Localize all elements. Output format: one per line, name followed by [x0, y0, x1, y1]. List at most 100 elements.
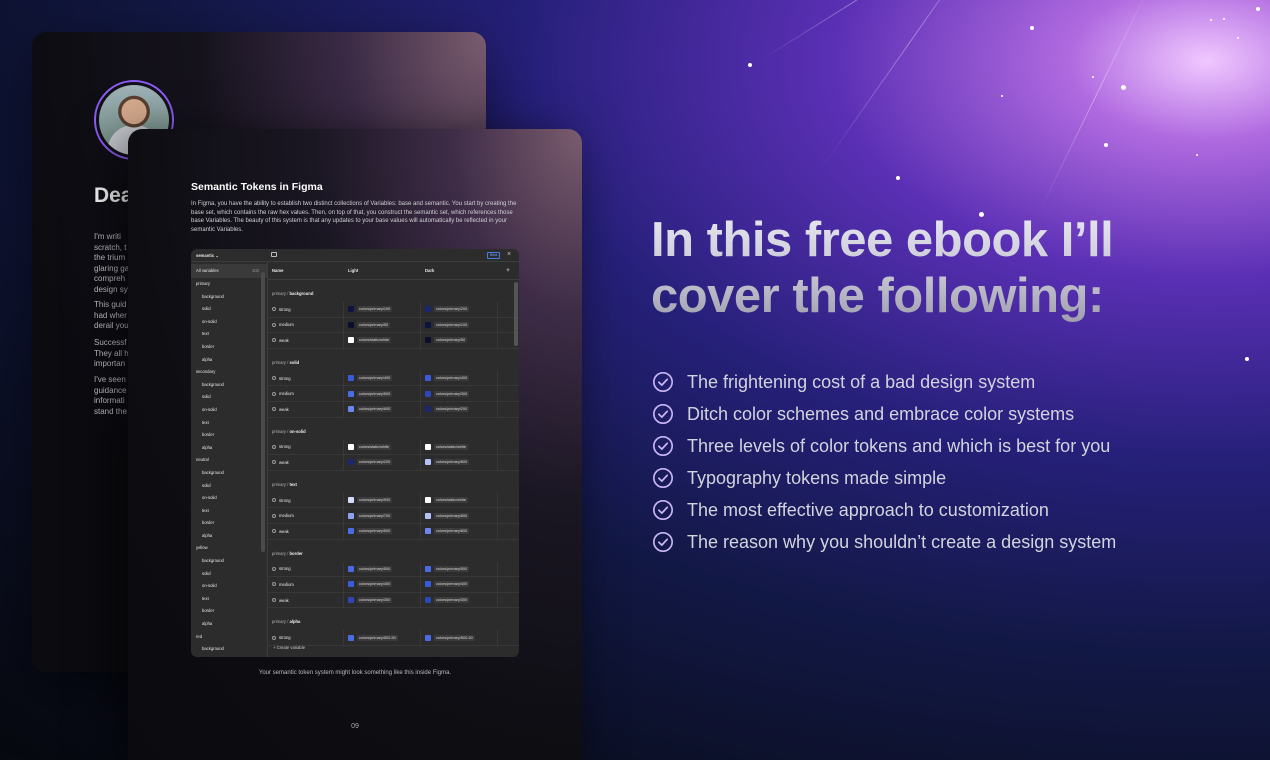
- sidebar-group-item[interactable]: background: [191, 379, 267, 392]
- light-value-cell[interactable]: colors/primary/400: [344, 577, 421, 592]
- feature-item: The most effective approach to customiza…: [652, 494, 1116, 526]
- dark-value-cell[interactable]: colors/primary/300: [421, 386, 498, 401]
- light-value-cell[interactable]: colors/static/white: [344, 439, 421, 455]
- dark-value-cell[interactable]: colors/primary/400: [421, 577, 498, 592]
- light-value-cell[interactable]: colors/static/white: [344, 333, 421, 348]
- dark-value-cell[interactable]: colors/primary/500-50: [421, 630, 498, 645]
- dark-value-cell[interactable]: colors/primary/200: [421, 401, 498, 417]
- alias-pill: colors/static/white: [357, 337, 391, 344]
- sidebar-group-item[interactable]: on-solid: [191, 404, 267, 417]
- light-value-cell[interactable]: colors/primary/900: [344, 492, 421, 508]
- group-name: border: [289, 550, 303, 556]
- group-name: on-solid: [289, 428, 306, 434]
- variable-group-header: primary / solid: [268, 349, 519, 371]
- light-value-cell[interactable]: colors/primary/100: [344, 302, 421, 317]
- sidebar-group-item[interactable]: border: [191, 605, 267, 618]
- sidebar-group-item[interactable]: solid: [191, 568, 267, 581]
- variable-name: strong: [279, 566, 291, 572]
- sidebar-group-item[interactable]: text: [191, 417, 267, 430]
- sidebar-group-item[interactable]: text: [191, 505, 267, 518]
- add-mode-icon[interactable]: +: [498, 262, 518, 279]
- sidebar-group-item[interactable]: border: [191, 341, 267, 354]
- light-value-cell[interactable]: colors/primary/50: [344, 317, 421, 333]
- dark-value-cell[interactable]: colors/primary/300: [421, 592, 498, 608]
- sidebar-group-item[interactable]: solid: [191, 391, 267, 404]
- light-value-cell[interactable]: colors/primary/500: [344, 561, 421, 577]
- sidebar-group-item[interactable]: alpha: [191, 530, 267, 543]
- variable-name: medium: [279, 391, 294, 397]
- table-row[interactable]: strong colors/primary/400 colors/primary…: [268, 370, 519, 387]
- create-variable-button[interactable]: + Create variable: [273, 645, 305, 650]
- dark-value-cell[interactable]: colors/primary/500: [421, 561, 498, 577]
- dark-value-cell[interactable]: colors/primary/800: [421, 455, 498, 470]
- sidebar-group-item[interactable]: on-solid: [191, 580, 267, 593]
- dark-value-cell[interactable]: colors/static/white: [421, 439, 498, 455]
- table-row[interactable]: medium colors/primary/500 colors/primary…: [268, 386, 519, 402]
- sidebar-group-item[interactable]: yellow: [191, 542, 267, 555]
- dark-value-cell[interactable]: colors/primary/800: [421, 508, 498, 523]
- sidebar-group-item[interactable]: border: [191, 429, 267, 442]
- close-icon[interactable]: ×: [507, 251, 511, 258]
- dark-value-cell[interactable]: colors/primary/100: [421, 317, 498, 333]
- sidebar-group-item[interactable]: solid: [191, 480, 267, 493]
- sidebar-group-item[interactable]: background: [191, 291, 267, 304]
- table-row[interactable]: strong colors/static/white colors/static…: [268, 439, 519, 456]
- dark-value-cell[interactable]: colors/primary/200: [421, 302, 498, 317]
- sidebar-group-item[interactable]: background: [191, 643, 267, 656]
- table-row[interactable]: strong colors/primary/900 colors/static/…: [268, 492, 519, 509]
- table-row[interactable]: weak colors/primary/300 colors/primary/3…: [268, 592, 519, 609]
- light-value-cell[interactable]: colors/primary/500: [344, 523, 421, 539]
- sidebar-group-item[interactable]: alpha: [191, 618, 267, 631]
- table-scrollbar[interactable]: [514, 282, 518, 346]
- dark-value-cell[interactable]: colors/primary/400: [421, 370, 498, 386]
- table-row[interactable]: medium colors/primary/700 colors/primary…: [268, 508, 519, 524]
- table-row[interactable]: medium colors/primary/400 colors/primary…: [268, 577, 519, 593]
- sidebar-group-item[interactable]: red: [191, 631, 267, 644]
- table-row[interactable]: strong colors/primary/500 colors/primary…: [268, 561, 519, 578]
- sidebar-group-item[interactable]: on-solid: [191, 316, 267, 329]
- light-value-cell[interactable]: colors/primary/400: [344, 370, 421, 386]
- table-row[interactable]: weak colors/primary/200 colors/primary/8…: [268, 455, 519, 471]
- color-swatch: [348, 443, 354, 450]
- variable-name: weak: [279, 337, 289, 343]
- sidebar-group-item[interactable]: alpha: [191, 354, 267, 367]
- variable-icon: [272, 498, 276, 503]
- table-row[interactable]: strong colors/primary/100 colors/primary…: [268, 302, 519, 318]
- dark-value-cell[interactable]: colors/primary/50: [421, 333, 498, 348]
- color-swatch: [425, 321, 431, 328]
- sidebar-group-item[interactable]: background: [191, 555, 267, 568]
- collection-dropdown[interactable]: semantic ⌄: [196, 253, 219, 258]
- feature-item: Typography tokens made simple: [652, 462, 1116, 494]
- table-row[interactable]: strong colors/primary/500-50 colors/prim…: [268, 630, 519, 646]
- sidebar-group-item[interactable]: secondary: [191, 366, 267, 379]
- light-value-cell[interactable]: colors/primary/500-50: [344, 630, 421, 645]
- light-value-cell[interactable]: colors/primary/600: [344, 401, 421, 417]
- all-variables-label: All variables: [196, 268, 219, 273]
- color-swatch: [348, 565, 354, 572]
- sidebar-group-item[interactable]: text: [191, 593, 267, 606]
- sidebar-group-item[interactable]: primary: [191, 278, 267, 291]
- all-variables-item[interactable]: All variables 102: [191, 264, 267, 278]
- light-value-cell[interactable]: colors/primary/700: [344, 508, 421, 523]
- table-row[interactable]: medium colors/primary/50 colors/primary/…: [268, 317, 519, 334]
- light-value-cell[interactable]: colors/primary/500: [344, 386, 421, 401]
- group-prefix: primary /: [272, 291, 290, 296]
- table-row[interactable]: weak colors/primary/500 colors/primary/6…: [268, 523, 519, 540]
- table-row[interactable]: weak colors/static/white colors/primary/…: [268, 333, 519, 349]
- sidebar-toggle-icon[interactable]: [271, 252, 277, 257]
- light-value-cell[interactable]: colors/primary/200: [344, 455, 421, 470]
- light-value-cell[interactable]: colors/primary/300: [344, 592, 421, 608]
- all-variables-count: 102: [252, 268, 259, 273]
- sidebar-group-item[interactable]: neutral: [191, 454, 267, 467]
- sidebar-scrollbar[interactable]: [261, 272, 265, 552]
- sidebar-group-item[interactable]: alpha: [191, 442, 267, 455]
- dark-value-cell[interactable]: colors/static/white: [421, 492, 498, 508]
- sidebar-group-item[interactable]: background: [191, 467, 267, 480]
- dark-value-cell[interactable]: colors/primary/600: [421, 523, 498, 539]
- sidebar-group-item[interactable]: on-solid: [191, 492, 267, 505]
- table-row[interactable]: weak colors/primary/600 colors/primary/2…: [268, 401, 519, 418]
- create-variable-label: Create variable: [276, 645, 306, 650]
- sidebar-group-item[interactable]: text: [191, 328, 267, 341]
- sidebar-group-item[interactable]: solid: [191, 303, 267, 316]
- sidebar-group-item[interactable]: border: [191, 517, 267, 530]
